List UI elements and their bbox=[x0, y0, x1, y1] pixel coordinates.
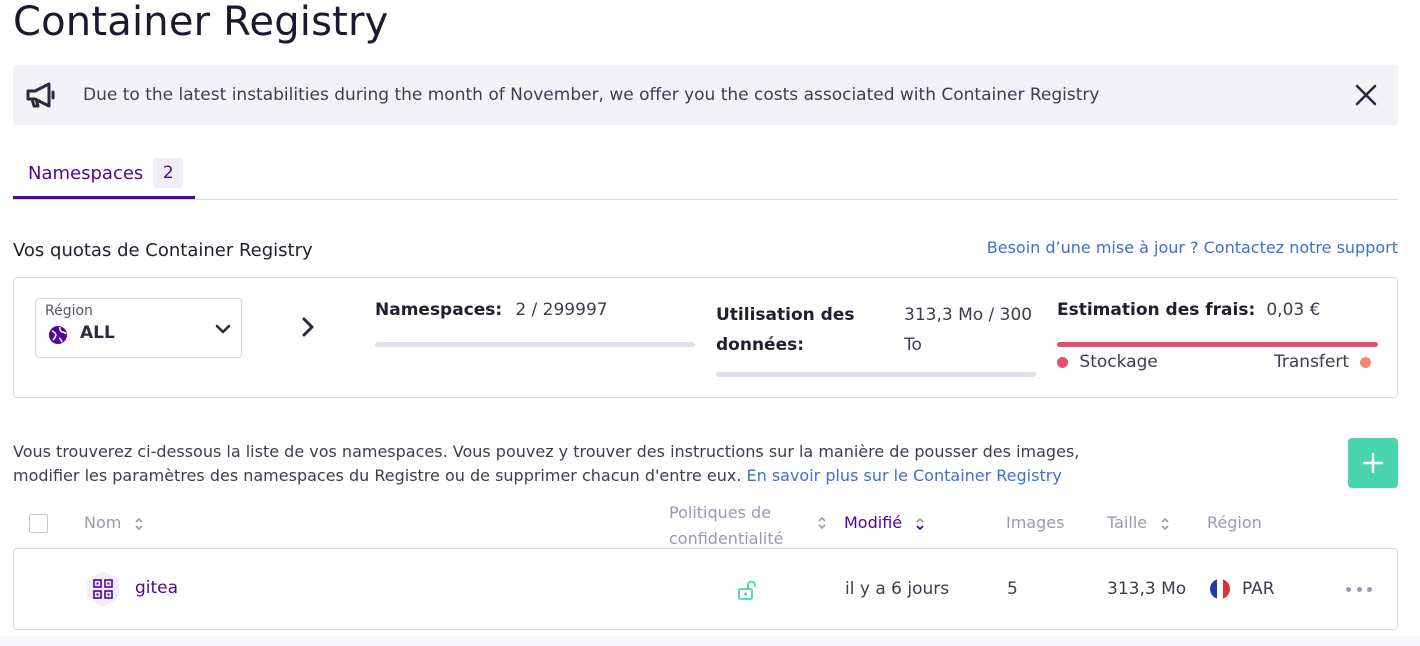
region-select[interactable]: Région ALL bbox=[35, 298, 242, 358]
fees-value: 0,03 € bbox=[1266, 300, 1321, 320]
column-header-modified[interactable]: Modifié bbox=[844, 513, 925, 532]
sort-icon bbox=[1161, 517, 1169, 530]
more-icon[interactable] bbox=[1346, 579, 1372, 599]
legend-transfer: Transfert bbox=[1274, 352, 1372, 372]
sort-icon bbox=[135, 517, 144, 530]
plus-icon bbox=[1362, 452, 1384, 474]
data-usage-progress-bar bbox=[716, 372, 1036, 377]
quota-title: Vos quotas de Container Registry bbox=[13, 240, 313, 261]
data-usage-label: Utilisation des données: bbox=[716, 300, 854, 360]
namespaces-quota-value: 2 / 299997 bbox=[515, 300, 608, 320]
column-header-name-label: Nom bbox=[84, 513, 122, 532]
legend-transfer-label: Transfert bbox=[1274, 352, 1350, 372]
column-header-images: Images bbox=[1006, 513, 1065, 532]
table-row[interactable]: gitea il y a 6 jours 5 313,3 Mo PAR bbox=[13, 548, 1398, 630]
chevron-right-icon[interactable] bbox=[298, 316, 318, 338]
data-usage-value: 313,3 Mo / 300 To bbox=[904, 300, 1032, 360]
add-namespace-button[interactable] bbox=[1348, 438, 1398, 488]
description-line2: modifier les paramètres des namespaces d… bbox=[13, 466, 742, 485]
region-select-label: Région bbox=[45, 303, 93, 319]
legend-storage-label: Stockage bbox=[1079, 352, 1158, 372]
fees-label: Estimation des frais: bbox=[1057, 300, 1256, 320]
data-usage-label-line1: Utilisation des bbox=[716, 305, 855, 325]
tab-bar: Namespaces 2 bbox=[13, 150, 1398, 200]
namespace-name-link[interactable]: gitea bbox=[135, 578, 178, 598]
region-select-value: ALL bbox=[80, 323, 115, 343]
column-header-privacy[interactable]: Politiques de confidentialité bbox=[669, 500, 783, 552]
quota-card: Région ALL Namespaces: 2 / 299997 Utilis… bbox=[13, 277, 1398, 398]
fees-bar bbox=[1057, 342, 1378, 347]
sort-icon bbox=[916, 517, 924, 530]
namespace-images: 5 bbox=[1007, 579, 1018, 599]
namespace-avatar-icon bbox=[84, 570, 122, 608]
namespaces-quota: Namespaces: 2 / 299997 bbox=[375, 300, 608, 320]
tab-label: Namespaces bbox=[28, 162, 144, 184]
data-usage-label-line2: données: bbox=[716, 335, 805, 355]
description-line1: Vous trouverez ci-dessous la liste de vo… bbox=[13, 442, 1080, 461]
transfer-dot bbox=[1360, 356, 1372, 368]
namespace-region: PAR bbox=[1242, 579, 1275, 599]
namespaces-quota-label: Namespaces: bbox=[375, 300, 503, 320]
learn-more-link[interactable]: En savoir plus sur le Container Registry bbox=[746, 466, 1061, 485]
close-icon[interactable] bbox=[1354, 83, 1378, 107]
column-header-region: Région bbox=[1207, 513, 1262, 532]
chevron-down-icon bbox=[215, 321, 231, 337]
data-usage-value-line2: To bbox=[904, 335, 922, 355]
support-link[interactable]: Besoin d’une mise à jour ? Contactez not… bbox=[987, 238, 1398, 257]
france-flag-icon bbox=[1210, 579, 1230, 599]
sort-icon[interactable] bbox=[817, 516, 827, 530]
storage-dot bbox=[1057, 356, 1068, 368]
tab-namespaces[interactable]: Namespaces 2 bbox=[13, 150, 195, 199]
column-header-modified-label: Modifié bbox=[844, 513, 903, 532]
page-title: Container Registry bbox=[13, 0, 389, 45]
namespace-modified: il y a 6 jours bbox=[845, 579, 950, 599]
select-all-checkbox[interactable] bbox=[29, 514, 48, 533]
globe-icon bbox=[48, 325, 68, 345]
data-usage-value-line1: 313,3 Mo / 300 bbox=[904, 305, 1033, 325]
namespace-size: 313,3 Mo bbox=[1107, 579, 1187, 599]
column-header-name[interactable]: Nom bbox=[84, 513, 144, 532]
column-header-size-label: Taille bbox=[1107, 513, 1148, 532]
tab-count-badge: 2 bbox=[153, 158, 184, 188]
namespaces-description: Vous trouverez ci-dessous la liste de vo… bbox=[13, 440, 1079, 488]
column-header-size[interactable]: Taille bbox=[1107, 513, 1170, 532]
namespaces-progress-bar bbox=[375, 342, 695, 347]
banner-text: Due to the latest instabilities during t… bbox=[83, 85, 1100, 105]
bottom-strip bbox=[0, 636, 1420, 646]
unlock-icon bbox=[736, 579, 758, 601]
legend-storage: Stockage bbox=[1057, 352, 1158, 372]
info-banner: Due to the latest instabilities during t… bbox=[13, 65, 1398, 125]
column-header-privacy-line1: Politiques de bbox=[669, 503, 772, 522]
megaphone-icon bbox=[25, 81, 59, 109]
fees-estimate: Estimation des frais: 0,03 € bbox=[1057, 300, 1320, 320]
